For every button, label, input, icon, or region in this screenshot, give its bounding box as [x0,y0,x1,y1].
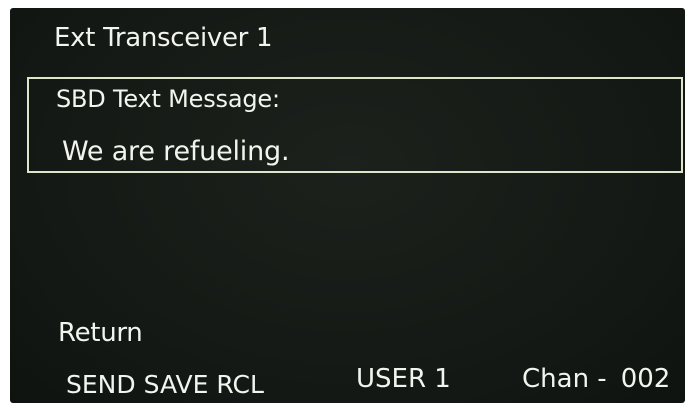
user-indicator: USER 1 [356,364,451,394]
message-text[interactable]: We are refueling. [62,136,290,167]
sbd-message-box: SBD Text Message: We are refueling. [27,77,683,173]
return-button[interactable]: Return [58,318,143,348]
recall-button[interactable]: RCL [216,370,264,399]
message-label: SBD Text Message: [56,85,280,113]
channel-prefix: Chan - [522,364,607,394]
channel-number: 002 [620,364,671,394]
screen-title: Ext Transceiver 1 [54,23,273,53]
device-screen: Ext Transceiver 1 SBD Text Message: We a… [10,8,685,403]
save-button[interactable]: SAVE [144,370,209,399]
send-button[interactable]: SEND [66,370,136,399]
softkey-bar: SEND SAVE RCL [66,370,272,399]
channel-indicator: Chan - 002 [522,364,670,394]
